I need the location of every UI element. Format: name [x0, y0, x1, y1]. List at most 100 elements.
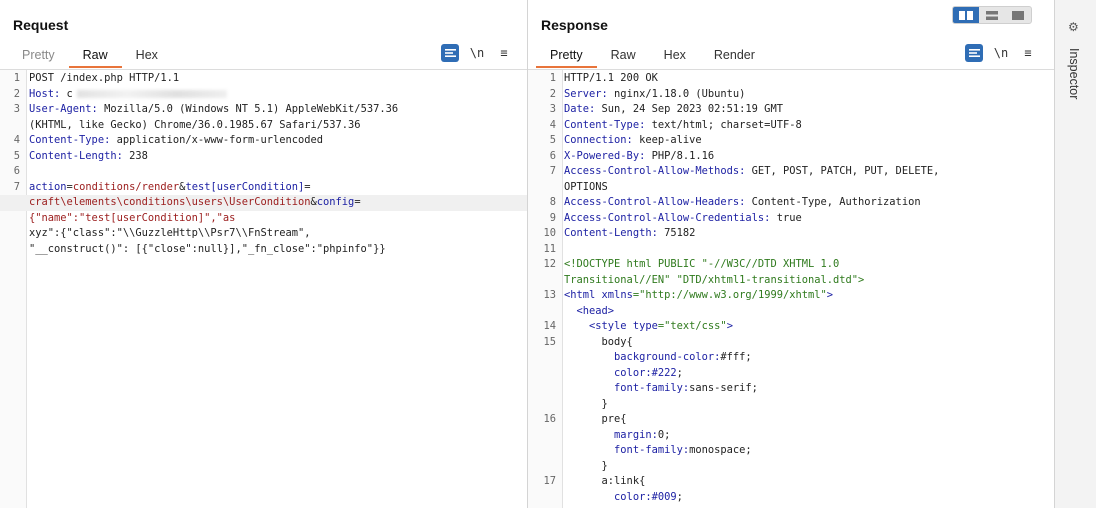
line-text: color:#009; [564, 490, 683, 506]
code-line: 1 HTTP/1.1 200 OK [528, 71, 1054, 87]
line-text: Content-Length: 75182 [564, 226, 695, 242]
code-line: 2 Host: c [0, 87, 527, 103]
line-text: User-Agent: Mozilla/5.0 (Windows NT 5.1)… [29, 102, 398, 118]
code-token: #222 [651, 366, 677, 379]
code-token: Access-Control-Allow-Credentials: [564, 211, 771, 224]
code-line: 4 Content-Type: text/html; charset=UTF-8 [528, 118, 1054, 134]
menu-icon[interactable]: ≡ [495, 44, 513, 62]
tab-hex[interactable]: Hex [122, 46, 172, 66]
code-token: Sun, 24 Sep 2023 02:51:19 GMT [595, 103, 783, 115]
pretty-print-toggle-icon[interactable] [441, 44, 459, 62]
line-text: Content-Type: application/x-www-form-url… [29, 133, 323, 149]
code-token: type [632, 320, 658, 332]
split-vertical-layout-icon[interactable] [979, 7, 1005, 23]
line-number: 3 [549, 103, 556, 115]
line-text: HTTP/1.1 200 OK [564, 71, 658, 87]
line-number: 8 [549, 196, 556, 208]
tab-pretty[interactable]: Pretty [8, 46, 69, 66]
code-token: color: [564, 490, 652, 503]
inspector-sidebar[interactable]: ⚙ Inspector [1055, 0, 1096, 508]
line-text: OPTIONS [564, 180, 608, 196]
code-token: } [564, 459, 608, 472]
response-editor[interactable]: 1 HTTP/1.1 200 OK 2 Server: nginx/1.18.0 (U… [528, 69, 1054, 508]
menu-icon[interactable]: ≡ [1019, 44, 1037, 62]
code-token: <head> [564, 304, 615, 317]
code-token: craft\elements\conditions\users\UserCond… [29, 196, 311, 208]
line-number: 5 [13, 149, 20, 162]
line-number: 17 [543, 475, 556, 487]
code-line: 12 <!DOCTYPE html PUBLIC "-//W3C//DTD XHT… [528, 257, 1054, 273]
code-token: ="text/css" [657, 320, 727, 332]
code-line: OPTIONS [528, 180, 1054, 196]
line-text: X-Powered-By: PHP/8.1.16 [564, 149, 714, 165]
line-number: 4 [13, 134, 20, 146]
code-token: body{ [564, 335, 633, 348]
code-line: color:#222; [528, 366, 1054, 382]
code-token: POST /index.php HTTP/1.1 [29, 72, 180, 84]
newline-toggle-icon[interactable]: \n [468, 44, 486, 62]
line-number: 3 [13, 103, 20, 115]
line-text: Access-Control-Allow-Credentials: true [564, 211, 802, 227]
line-number: 16 [543, 413, 556, 425]
tab-hex[interactable]: Hex [650, 46, 700, 66]
line-text: pre{ [564, 412, 627, 428]
code-line: 3 Date: Sun, 24 Sep 2023 02:51:19 GMT [528, 102, 1054, 118]
code-line: font-family:sans-serif; [528, 381, 1054, 397]
line-text: font-family:sans-serif; [564, 381, 758, 397]
code-token: keep-alive [632, 134, 702, 146]
response-toolbar: \n ≡ [956, 44, 1037, 62]
code-line: font-family:monospace; [528, 443, 1054, 459]
line-text: <!DOCTYPE html PUBLIC "-//W3C//DTD XHTML… [564, 257, 839, 273]
code-line: xyz":{"class":"\\GuzzleHttp\\Psr7\\FnStr… [0, 226, 527, 242]
inspector-tab[interactable]: Inspector [1067, 48, 1081, 99]
code-token: <!DOCTYPE html PUBLIC "-//W3C//DTD XHTML… [564, 258, 840, 270]
line-text: <head> [564, 304, 615, 320]
response-title: Response [541, 17, 608, 33]
code-token: text/html; charset=UTF-8 [645, 118, 802, 131]
code-line: 5 Content-Length: 238 [0, 149, 527, 165]
split-horizontal-layout-icon[interactable] [953, 7, 979, 23]
code-token: = [354, 196, 361, 208]
line-text: a:link{ [564, 474, 646, 490]
line-text: <style type="text/css"> [564, 319, 733, 335]
line-text: Content-Type: text/html; charset=UTF-8 [564, 118, 802, 134]
line-text: <html xmlns="http://www.w3.org/1999/xhtm… [564, 288, 833, 304]
newline-toggle-icon[interactable]: \n [992, 44, 1010, 62]
request-toolbar: \n ≡ [432, 44, 513, 62]
inspector-settings-icon[interactable]: ⚙ [1068, 20, 1079, 34]
line-number: 2 [549, 87, 556, 100]
pretty-print-toggle-icon[interactable] [965, 44, 983, 62]
line-number: 6 [549, 149, 556, 162]
line-text: "__construct()": [{"close":null}],"_fn_c… [29, 242, 386, 258]
layout-toggle [952, 6, 1032, 24]
line-number: 15 [543, 335, 556, 348]
line-number: 4 [549, 118, 556, 131]
code-token: <style [564, 320, 633, 332]
code-token: c [60, 87, 73, 100]
code-line: 9 Access-Control-Allow-Credentials: true [528, 211, 1054, 227]
line-text: background-color:#fff; [564, 350, 752, 366]
request-title: Request [13, 17, 69, 33]
code-token: Content-Length: [29, 149, 123, 162]
redacted-value [76, 89, 227, 98]
code-token: Access-Control-Allow-Methods: [564, 165, 746, 177]
line-text: body{ [564, 335, 633, 351]
code-token: true [770, 211, 802, 224]
tab-raw[interactable]: Raw [597, 46, 650, 66]
code-token: margin: [564, 428, 658, 441]
request-editor[interactable]: 1 POST /index.php HTTP/1.1 2 Host: c 3 User-A… [0, 69, 527, 508]
tab-raw[interactable]: Raw [68, 46, 122, 68]
code-line: <head> [528, 304, 1054, 320]
code-line: 6 [0, 164, 527, 180]
code-line: } [528, 397, 1054, 413]
line-number: 10 [543, 227, 556, 239]
line-text: color:#222; [564, 366, 683, 382]
tab-render[interactable]: Render [700, 46, 769, 66]
code-token: xyz":{"class":"\\GuzzleHttp\\Psr7\\FnStr… [29, 227, 311, 239]
tab-pretty[interactable]: Pretty [536, 46, 597, 68]
code-token: Content-Type, Authorization [745, 196, 921, 208]
single-pane-layout-icon[interactable] [1005, 7, 1031, 23]
code-token: > [826, 289, 834, 301]
code-line: 6 X-Powered-By: PHP/8.1.16 [528, 149, 1054, 165]
code-line: color:#009; [528, 490, 1054, 506]
